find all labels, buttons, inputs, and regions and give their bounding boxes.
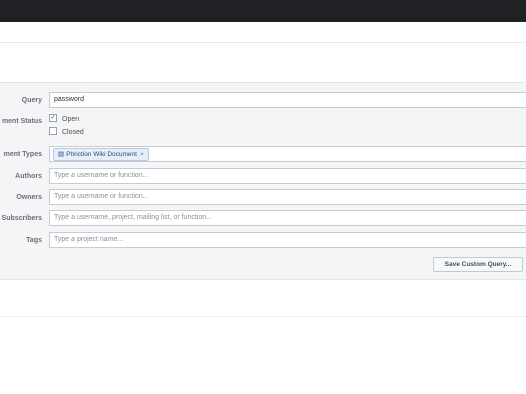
subscribers-label: Subscribers — [1, 215, 42, 222]
status-open-option[interactable]: ✓ Open — [49, 114, 79, 126]
document-type-token[interactable]: ▤ Phriction Wiki Document × — [53, 148, 149, 161]
document-icon: ▤ — [58, 151, 65, 158]
document-type-token-label: Phriction Wiki Document — [66, 151, 137, 158]
document-types-row: ment Types ▤ Phriction Wiki Document × — [0, 146, 526, 163]
status-closed-checkbox[interactable] — [49, 127, 57, 136]
save-custom-query-button[interactable]: Save Custom Query... — [433, 257, 523, 272]
status-open-label: Open — [62, 116, 80, 123]
owners-input[interactable]: Type a username or function... — [49, 189, 526, 205]
secondary-header-bar — [0, 22, 526, 43]
document-types-input[interactable]: ▤ Phriction Wiki Document × — [49, 146, 526, 162]
document-types-label: ment Types — [3, 151, 42, 158]
tags-label: Tags — [26, 237, 42, 244]
subscribers-row: Subscribers Type a username, project, ma… — [0, 210, 526, 227]
tags-row: Tags Type a project name... — [0, 232, 526, 249]
subscribers-input[interactable]: Type a username, project, mailing list, … — [49, 210, 526, 226]
token-remove-icon[interactable]: × — [140, 151, 144, 158]
owners-label: Owners — [16, 194, 42, 201]
content-divider — [0, 316, 526, 317]
query-row: Query password — [0, 92, 526, 109]
authors-input[interactable]: Type a username or function... — [49, 168, 526, 184]
status-closed-label: Closed — [62, 129, 84, 136]
status-label: ment Status — [1, 118, 42, 125]
authors-label: Authors — [15, 173, 42, 180]
query-input[interactable]: password — [49, 92, 526, 108]
authors-row: Authors Type a username or function... — [0, 168, 526, 185]
top-navigation-bar — [0, 0, 526, 22]
tags-input[interactable]: Type a project name... — [49, 232, 526, 248]
status-open-checkbox[interactable]: ✓ — [49, 114, 57, 123]
query-label: Query — [21, 97, 42, 104]
status-closed-option[interactable]: Closed — [49, 127, 84, 139]
owners-row: Owners Type a username or function... — [0, 189, 526, 206]
